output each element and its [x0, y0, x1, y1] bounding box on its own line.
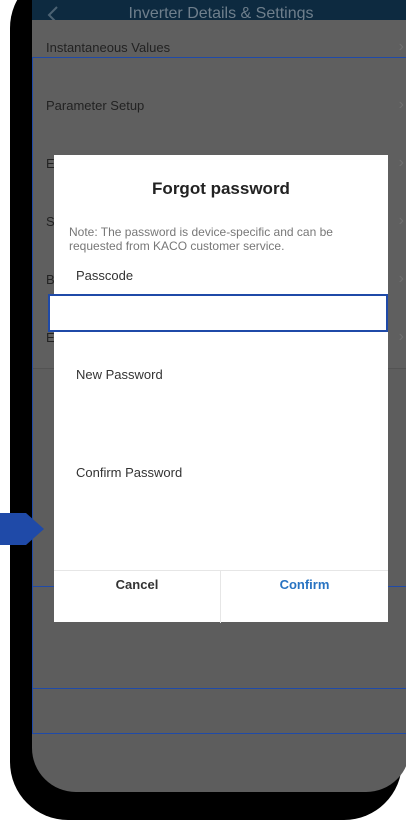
list-item-label: Instantaneous Values — [46, 40, 171, 55]
passcode-input[interactable] — [48, 294, 388, 332]
confirm-button[interactable]: Confirm — [221, 571, 388, 623]
dialog-title: Forgot password — [152, 179, 290, 198]
confirm-password-label: Confirm Password — [76, 465, 183, 480]
cancel-button[interactable]: Cancel — [54, 571, 221, 623]
forgot-password-dialog: Forgot password Note: The password is de… — [48, 155, 388, 623]
app-screen: ·· ⌁ ◆ ▾ Inverter Details & Settings Ins… — [32, 0, 406, 792]
new-password-label: New Password — [76, 367, 163, 382]
passcode-label: Passcode — [76, 268, 134, 283]
dialog-note: Note: The password is device-specific an… — [69, 225, 333, 253]
phone-frame: ·· ⌁ ◆ ▾ Inverter Details & Settings Ins… — [10, 0, 406, 820]
dialog-actions: Cancel Confirm — [54, 570, 388, 623]
arrow-pointer-icon — [0, 513, 44, 545]
chevron-right-icon: › — [398, 38, 404, 55]
